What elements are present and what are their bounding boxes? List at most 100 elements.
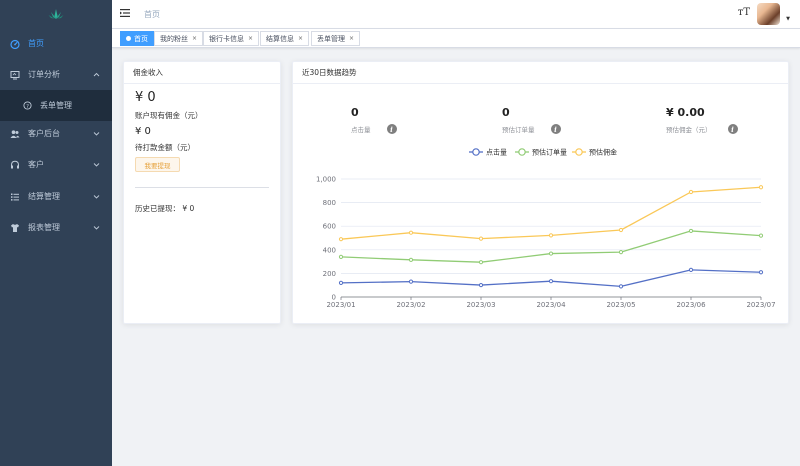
legend-label: 预估佣金 [589, 148, 617, 157]
data-point [688, 228, 694, 234]
x-tick-label: 2023/03 [466, 301, 495, 309]
legend-label: 点击量 [486, 148, 507, 157]
order-analysis-icon [10, 70, 20, 80]
sidebar-item-customer-backend[interactable]: 客户后台 [0, 118, 112, 149]
y-tick-label: 800 [323, 199, 336, 207]
logo[interactable] [0, 0, 112, 28]
balance-label: 账户现有佣金（元） [135, 111, 203, 120]
data-point [758, 185, 764, 190]
sidebar-item-label: 丢单管理 [40, 101, 72, 110]
svg-text:?: ? [26, 104, 29, 110]
data-point [688, 267, 694, 272]
users-icon [10, 129, 20, 139]
chevron-up-icon [93, 70, 100, 79]
data-point [548, 279, 554, 284]
legend-marker [575, 148, 583, 156]
tags-view: 首页 我的粉丝 × 银行卡信息 × 结算信息 × 丢单管理 × [112, 28, 800, 48]
tag-my-fans[interactable]: 我的粉丝 × [154, 31, 204, 46]
close-icon[interactable]: × [298, 35, 303, 42]
close-icon[interactable]: × [248, 35, 253, 42]
trend-line-chart: 02004006008001,0002023/01 2023/02 2023/03 2… [316, 148, 776, 310]
shirt-icon [10, 223, 20, 233]
data-point [688, 189, 694, 195]
question-circle-icon: ? [22, 101, 32, 111]
dashboard-icon [10, 39, 20, 49]
close-icon[interactable]: × [192, 35, 197, 42]
data-point [618, 284, 624, 289]
data-point [408, 279, 414, 284]
tag-lost-orders[interactable]: 丢单管理 × [311, 31, 361, 46]
series-line [340, 269, 762, 288]
font-size-icon[interactable]: тT [738, 7, 750, 18]
x-tick-label: 2023/07 [746, 301, 775, 309]
x-tick-label: 2023/05 [606, 301, 635, 309]
legend-marker [518, 148, 526, 156]
card-title: 佣金收入 [124, 62, 280, 84]
sidebar-item-label: 首页 [28, 39, 44, 48]
chevron-down-icon [93, 223, 100, 232]
y-tick-label: 200 [323, 270, 336, 278]
legend-label: 预估订单量 [532, 148, 567, 157]
data-point [478, 236, 484, 241]
x-tick-label: 2023/06 [676, 301, 706, 309]
sidebar-item-reports[interactable]: 报表管理 [0, 212, 112, 243]
tag-label: 结算信息 [266, 34, 294, 43]
breadcrumb[interactable]: 首页 [144, 9, 160, 20]
x-tick-label: 2023/02 [396, 301, 425, 309]
close-icon[interactable]: × [349, 35, 354, 42]
data-point [548, 251, 554, 256]
list-icon [10, 192, 20, 202]
active-dot-icon [126, 36, 131, 41]
data-point [618, 227, 624, 233]
tag-home[interactable]: 首页 [120, 31, 154, 46]
withdraw-history: 历史已提现： ¥ 0 [135, 204, 195, 213]
tag-bank-card[interactable]: 银行卡信息 × [203, 31, 260, 46]
data-point [478, 260, 484, 265]
pending-amount: ¥ 0 [135, 126, 151, 137]
tag-settlement[interactable]: 结算信息 × [260, 31, 310, 46]
pending-label: 待打款金额（元） [135, 143, 195, 152]
caret-down-icon[interactable]: ▼ [786, 16, 790, 22]
top-navbar: 首页 тT ▼ [112, 0, 800, 28]
sidebar-item-order-analysis[interactable]: 订单分析 [0, 59, 112, 90]
data-point [338, 237, 344, 242]
balance-amount: ¥ 0 [135, 90, 156, 105]
data-point [548, 233, 554, 238]
sidebar-item-label: 订单分析 [28, 70, 60, 79]
sidebar-item-label: 客户后台 [28, 129, 60, 138]
tag-label: 首页 [134, 34, 148, 43]
hamburger-icon[interactable] [120, 8, 131, 20]
sidebar-item-home[interactable]: 首页 [0, 28, 112, 59]
chevron-down-icon [93, 192, 100, 201]
avatar[interactable] [757, 3, 780, 25]
sidebar-item-customer[interactable]: 客户 [0, 149, 112, 180]
trend-card: 近30日数据趋势 0 点击量 i 0 预估订单量 i ¥ 0.00 预估佣金（元） i… [292, 61, 789, 324]
legend-marker [472, 148, 480, 156]
tag-label: 我的粉丝 [160, 34, 188, 43]
tag-label: 银行卡信息 [209, 34, 244, 43]
chevron-down-icon [93, 129, 100, 138]
data-point [408, 257, 414, 262]
sidebar-item-settlement[interactable]: 结算管理 [0, 181, 112, 212]
commission-card: 佣金收入 ¥ 0 账户现有佣金（元） ¥ 0 待打款金额（元） 我要提现 历史已… [123, 61, 281, 324]
chevron-down-icon [93, 160, 100, 169]
x-tick-label: 2023/01 [326, 301, 355, 309]
data-point [408, 230, 414, 235]
sidebar-item-label: 客户 [28, 160, 44, 169]
y-tick-label: 400 [323, 246, 336, 254]
sidebar-item-label: 报表管理 [28, 223, 60, 232]
divider [135, 187, 269, 188]
data-point [338, 280, 344, 285]
y-tick-label: 600 [323, 223, 336, 231]
data-point [478, 282, 484, 288]
sidebar-item-lost-orders[interactable]: ? 丢单管理 [0, 90, 112, 121]
y-tick-label: 1,000 [316, 176, 336, 184]
sidebar-item-label: 结算管理 [28, 192, 60, 201]
headset-icon [10, 160, 20, 170]
data-point [758, 270, 764, 275]
tag-label: 丢单管理 [317, 34, 345, 43]
data-point [618, 250, 624, 255]
data-point [758, 233, 764, 238]
data-point [338, 254, 344, 259]
withdraw-button[interactable]: 我要提现 [135, 157, 180, 172]
